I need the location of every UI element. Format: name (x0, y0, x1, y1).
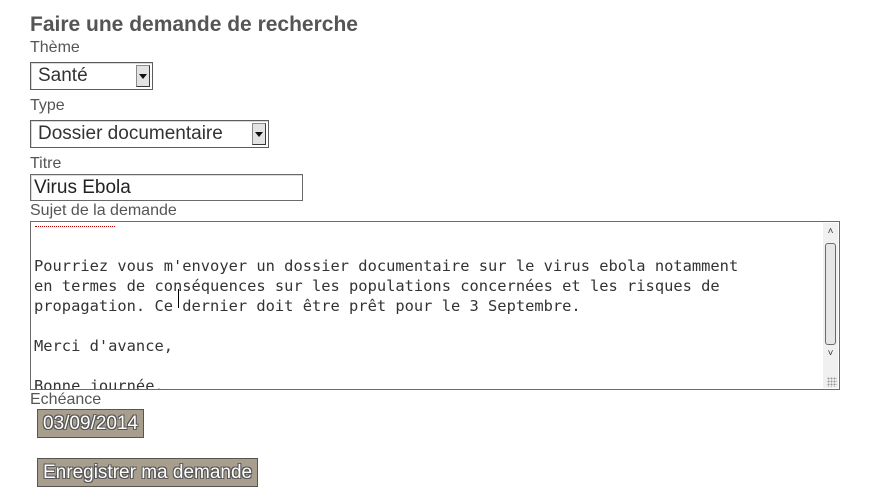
chevron-down-icon[interactable] (252, 123, 266, 145)
resize-grip-icon[interactable] (827, 377, 837, 387)
theme-label: Thème (30, 39, 80, 56)
text-caret (178, 289, 179, 308)
sujet-text: Pourriez vous m'envoyer un dossier docum… (34, 236, 819, 390)
echeance-date-field[interactable]: 03/09/2014 (37, 409, 145, 438)
sujet-line: Pourriez vous m'envoyer un dossier docum… (34, 257, 739, 275)
chevron-up-icon[interactable]: ˄ (823, 225, 838, 237)
sujet-line: Merci d'avance, (34, 337, 173, 355)
page-title: Faire une demande de recherche (30, 13, 358, 36)
submit-button[interactable]: Enregistrer ma demande (37, 458, 259, 487)
chevron-down-icon[interactable] (136, 65, 150, 87)
type-select[interactable]: Dossier documentaire (30, 120, 269, 148)
sujet-line: propagation. Ce dernier doit être prêt p… (34, 297, 581, 315)
type-label: Type (30, 97, 65, 114)
chevron-down-icon[interactable]: ˅ (823, 347, 838, 359)
sujet-line: Bonne journée. (34, 377, 164, 390)
vertical-scrollbar[interactable]: ˄ ˅ (823, 223, 838, 388)
scrollbar-thumb[interactable] (825, 243, 836, 345)
theme-select-value: Santé (38, 65, 88, 86)
spellcheck-underline (35, 222, 115, 227)
sujet-textarea[interactable]: Pourriez vous m'envoyer un dossier docum… (30, 221, 840, 390)
titre-label: Titre (30, 155, 62, 172)
titre-input[interactable]: Virus Ebola (30, 174, 303, 201)
theme-select[interactable]: Santé (30, 62, 153, 90)
sujet-label: Sujet de la demande (30, 202, 177, 219)
echeance-label: Echéance (30, 391, 102, 408)
sujet-line: en termes de conséquences sur les popula… (34, 277, 720, 295)
type-select-value: Dossier documentaire (38, 123, 223, 144)
